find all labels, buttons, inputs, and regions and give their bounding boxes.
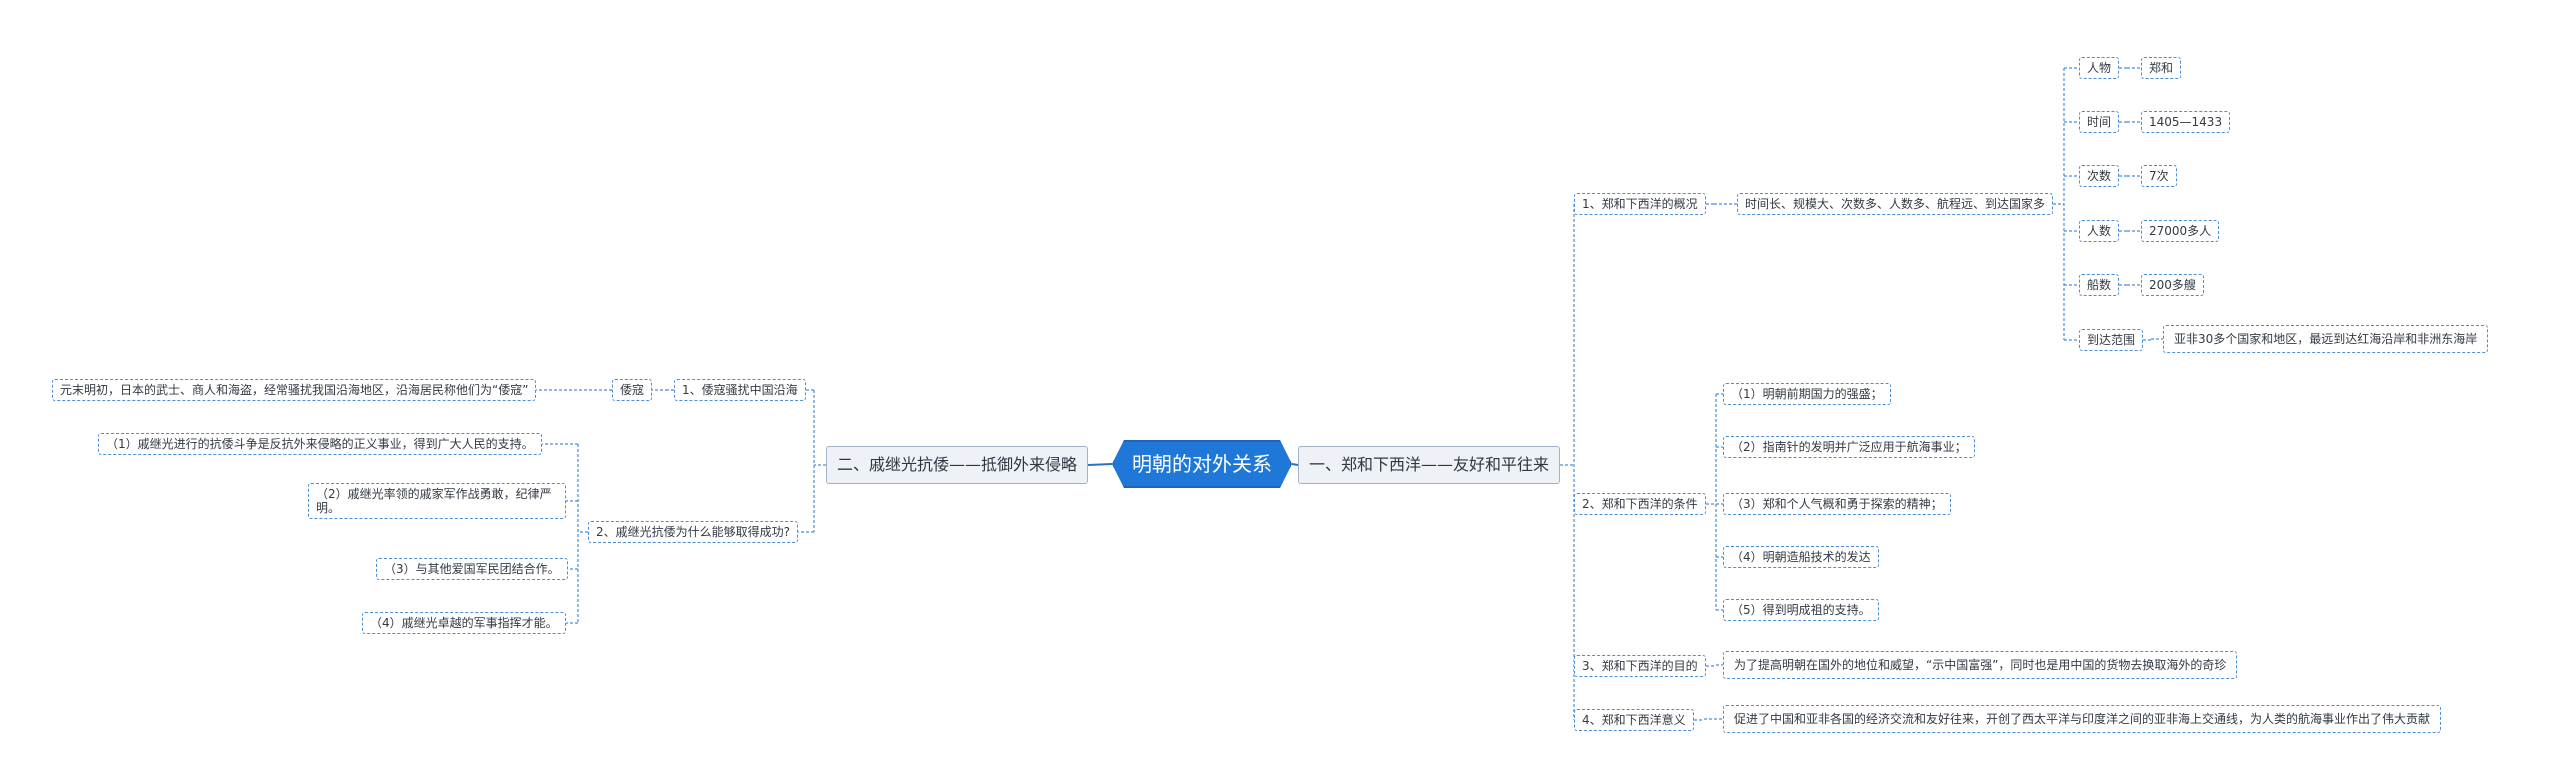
reason-3[interactable]: （3）与其他爱国军民团结合作。 xyxy=(376,558,568,580)
voyage-summary[interactable]: 时间长、规模大、次数多、人数多、航程远、到达国家多 xyxy=(1737,193,2054,215)
value-people[interactable]: 27000多人 xyxy=(2141,220,2220,242)
condition-2[interactable]: （2）指南针的发明并广泛应用于航海事业； xyxy=(1723,436,1975,458)
condition-1[interactable]: （1）明朝前期国力的强盛； xyxy=(1723,383,1891,405)
root-topic[interactable]: 明朝的对外关系 xyxy=(1112,440,1292,488)
key-ships[interactable]: 船数 xyxy=(2079,274,2120,296)
reason-2[interactable]: （2）戚继光率领的戚家军作战勇敢，纪律严明。 xyxy=(308,483,566,519)
voyage-significance-text[interactable]: 促进了中国和亚非各国的经济交流和友好往来，开创了西太平洋与印度洋之间的亚非海上交… xyxy=(1723,705,2442,733)
reason-4[interactable]: （4）戚继光卓越的军事指挥才能。 xyxy=(362,612,566,634)
key-person[interactable]: 人物 xyxy=(2079,57,2120,79)
value-person[interactable]: 郑和 xyxy=(2141,57,2182,79)
value-times[interactable]: 7次 xyxy=(2141,165,2177,187)
main-topic-qi-jiguang[interactable]: 二、戚继光抗倭——抵御外来侵略 xyxy=(826,446,1089,484)
condition-3[interactable]: （3）郑和个人气概和勇于探索的精神； xyxy=(1723,493,1951,515)
value-time[interactable]: 1405—1433 xyxy=(2141,111,2231,133)
condition-4[interactable]: （4）明朝造船技术的发达 xyxy=(1723,546,1879,568)
subtopic-voyage-overview[interactable]: 1、郑和下西洋的概况 xyxy=(1574,193,1706,215)
value-ships[interactable]: 200多艘 xyxy=(2141,274,2204,296)
mind-map: 明朝的对外关系 一、郑和下西洋——友好和平往来 1、郑和下西洋的概况 时间长、规… xyxy=(0,0,2560,783)
subtopic-voyage-significance[interactable]: 4、郑和下西洋意义 xyxy=(1574,709,1694,731)
connector-line xyxy=(1087,463,1113,466)
subtopic-wokou-raids[interactable]: 1、倭寇骚扰中国沿海 xyxy=(674,379,806,401)
key-range[interactable]: 到达范围 xyxy=(2079,329,2144,351)
subtopic-voyage-conditions[interactable]: 2、郑和下西洋的条件 xyxy=(1574,493,1706,515)
key-time[interactable]: 时间 xyxy=(2079,111,2120,133)
condition-5[interactable]: （5）得到明成祖的支持。 xyxy=(1723,599,1879,621)
value-range[interactable]: 亚非30多个国家和地区，最远到达红海沿岸和非洲东海岸 xyxy=(2163,325,2489,353)
subtopic-voyage-purpose[interactable]: 3、郑和下西洋的目的 xyxy=(1574,655,1706,677)
subtopic-success-reasons[interactable]: 2、戚继光抗倭为什么能够取得成功? xyxy=(588,521,799,543)
reason-1[interactable]: （1）戚继光进行的抗倭斗争是反抗外来侵略的正义事业，得到广大人民的支持。 xyxy=(98,433,542,455)
voyage-purpose-text[interactable]: 为了提高明朝在国外的地位和威望，“示中国富强”，同时也是用中国的货物去换取海外的… xyxy=(1723,651,2238,679)
main-topic-zheng-he[interactable]: 一、郑和下西洋——友好和平往来 xyxy=(1298,446,1561,484)
key-times[interactable]: 次数 xyxy=(2079,165,2120,187)
wokou-description[interactable]: 元末明初，日本的武士、商人和海盗，经常骚扰我国沿海地区，沿海居民称他们为“倭寇” xyxy=(52,379,537,401)
term-wokou[interactable]: 倭寇 xyxy=(612,379,653,401)
key-people[interactable]: 人数 xyxy=(2079,220,2120,242)
